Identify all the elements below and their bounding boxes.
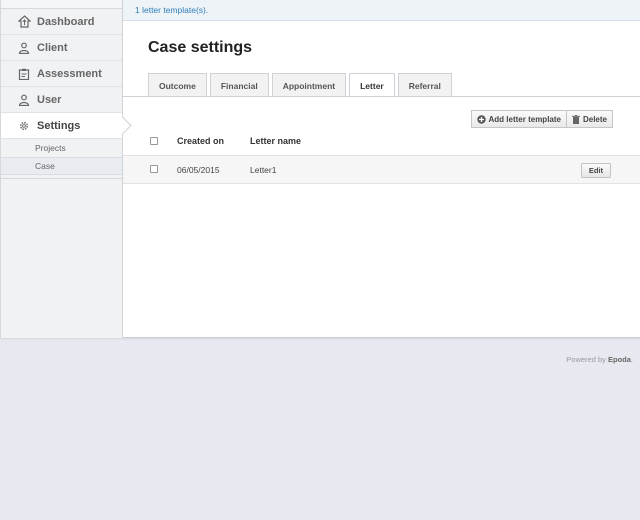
tab-financial[interactable]: Financial: [209, 73, 269, 97]
info-message: 1 letter template(s).: [135, 5, 209, 15]
trash-icon: [571, 114, 580, 124]
sidebar-item-label: Settings: [37, 119, 81, 132]
sidebar-item-client[interactable]: Client: [1, 35, 122, 61]
cell-letter-name: Letter1: [250, 165, 277, 175]
footer-brand-link[interactable]: Epoda: [608, 355, 631, 364]
sidebar-item-dashboard[interactable]: Dashboard: [1, 9, 122, 35]
add-letter-template-button[interactable]: Add letter template: [470, 110, 567, 128]
sidebar-top: [1, 0, 122, 9]
column-header-created-on[interactable]: Created on: [177, 136, 224, 146]
sidebar-subitem-case[interactable]: Case: [1, 157, 122, 175]
person-icon: [17, 93, 31, 107]
tab-referral[interactable]: Referral: [397, 73, 452, 97]
footer-prefix: Powered by: [566, 355, 606, 364]
info-message-bar: 1 letter template(s).: [123, 0, 640, 21]
table-row[interactable]: 06/05/2015 Letter1 Edit: [123, 155, 640, 184]
home-upload-icon: [17, 15, 31, 29]
row-checkbox[interactable]: [150, 165, 158, 173]
cell-created-on: 06/05/2015: [177, 165, 220, 175]
sidebar-item-label: User: [37, 93, 62, 106]
edit-button[interactable]: Edit: [580, 163, 611, 178]
tab-letter[interactable]: Letter: [349, 73, 395, 97]
footer-suffix: .: [630, 355, 633, 364]
app-window: Dashboard Client Assessment User Setting: [0, 0, 640, 338]
gear-icon: [17, 119, 31, 133]
person-icon: [17, 41, 31, 55]
footer: Powered by Epoda.: [566, 355, 633, 364]
sidebar-subitem-projects[interactable]: Projects: [1, 139, 122, 157]
settings-tabs: Outcome Financial Appointment Letter Ref…: [148, 73, 452, 97]
sidebar-subitem-label: Projects: [35, 143, 66, 153]
tab-outcome[interactable]: Outcome: [148, 73, 207, 97]
sidebar-item-label: Dashboard: [37, 15, 95, 28]
tab-appointment[interactable]: Appointment: [271, 73, 347, 97]
page-title: Case settings: [148, 39, 253, 56]
add-letter-template-label: Add letter template: [488, 114, 561, 124]
sidebar-divider: [1, 175, 122, 179]
sidebar-item-label: Assessment: [37, 67, 102, 80]
tab-divider: [123, 96, 640, 97]
select-all-checkbox[interactable]: [150, 137, 158, 145]
main-content: 1 letter template(s). Case settings Outc…: [123, 0, 640, 338]
sidebar-item-assessment[interactable]: Assessment: [1, 61, 122, 87]
sidebar-item-label: Client: [37, 41, 68, 54]
plus-circle-icon: [476, 114, 486, 124]
delete-button[interactable]: Delete: [566, 110, 613, 128]
column-header-letter-name[interactable]: Letter name: [250, 136, 301, 146]
toolbar: Add letter template Delete: [470, 110, 613, 128]
table-header: Created on Letter name: [123, 130, 640, 154]
sidebar: Dashboard Client Assessment User Setting: [0, 0, 123, 338]
sidebar-item-user[interactable]: User: [1, 87, 122, 113]
sidebar-subitem-label: Case: [35, 161, 55, 171]
clipboard-icon: [17, 67, 31, 81]
sidebar-item-settings[interactable]: Settings: [1, 113, 122, 139]
delete-label: Delete: [582, 114, 607, 124]
